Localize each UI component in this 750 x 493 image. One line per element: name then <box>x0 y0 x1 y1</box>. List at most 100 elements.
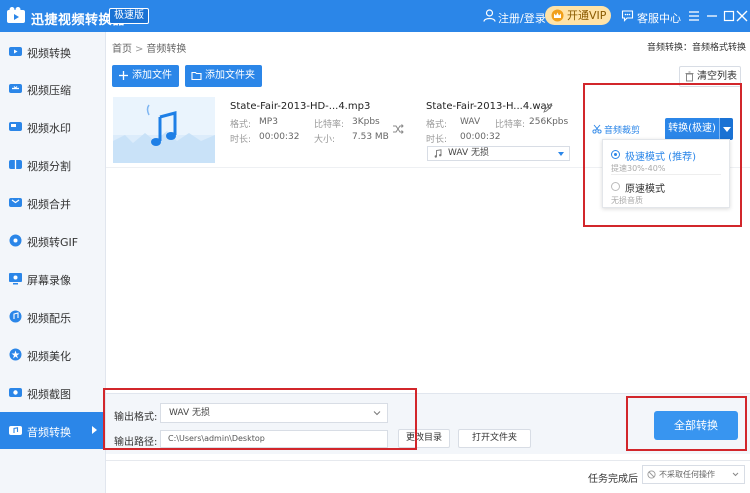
compress-icon <box>9 84 22 93</box>
sidebar-item-watermark[interactable]: 视频水印 <box>0 108 105 145</box>
title-bar: 迅捷视频转换器 极速版 注册/登录 开通VIP 客服中心 <box>0 0 750 32</box>
breadcrumb-current: 音频转换 <box>146 44 187 55</box>
no-action-icon <box>647 470 656 479</box>
source-bitrate-label: 比特率: <box>314 120 345 130</box>
source-duration-label: 时长: <box>230 135 252 145</box>
sidebar-item-label: 视频转换 <box>27 47 71 60</box>
menu-divider <box>611 174 721 175</box>
caret-down-icon <box>558 152 564 156</box>
edit-icon[interactable] <box>543 103 553 113</box>
output-duration-label: 时长: <box>426 135 448 145</box>
sidebar: 视频转换 视频压缩 视频水印 视频分割 视频合并 视频转GIF 屏幕录像 视频配… <box>0 32 106 493</box>
convert-button[interactable]: 转换(极速) <box>665 118 719 140</box>
change-directory-button[interactable]: 更改目录 <box>398 429 450 448</box>
sidebar-item-label: 视频转GIF <box>27 236 79 249</box>
watermark-icon <box>9 122 22 131</box>
sidebar-item-screenshot[interactable]: 视频截图 <box>0 374 105 411</box>
beautify-icon <box>9 348 22 361</box>
sidebar-item-label: 屏幕录像 <box>27 274 71 287</box>
login-link[interactable]: 注册/登录 <box>498 10 546 26</box>
mode-option-subtitle: 无损音质 <box>611 196 643 205</box>
gif-icon <box>9 234 22 247</box>
output-format-dropdown-value: WAV 无损 <box>169 408 211 418</box>
video-convert-icon <box>9 47 22 56</box>
source-duration: 00:00:32 <box>259 132 300 142</box>
folder-icon <box>191 71 202 81</box>
source-format-label: 格式: <box>230 120 252 130</box>
convert-mode-menu: 极速模式 (推荐) 提速30%-40% 原速模式 无损音质 <box>602 139 730 208</box>
sidebar-item-label: 视频美化 <box>27 350 71 363</box>
close-icon[interactable] <box>735 8 749 24</box>
output-duration: 00:00:32 <box>460 132 501 142</box>
chevron-down-icon <box>373 411 381 416</box>
sidebar-item-label: 视频合并 <box>27 198 71 211</box>
sidebar-item-label: 视频截图 <box>27 388 71 401</box>
after-task-value: 不采取任何操作 <box>659 470 715 479</box>
output-format-dropdown[interactable]: WAV 无损 <box>160 403 388 423</box>
open-folder-button[interactable]: 打开文件夹 <box>458 429 531 448</box>
breadcrumb: 首页 > 音频转换 <box>112 40 186 55</box>
mode-status: 音频转换：音频格式转换 <box>646 43 746 53</box>
sidebar-item-music[interactable]: 视频配乐 <box>0 298 105 335</box>
crown-icon <box>551 9 564 22</box>
clear-list-button[interactable]: 清空列表 <box>679 66 741 87</box>
music-icon <box>9 310 22 323</box>
vip-label: 开通VIP <box>567 9 607 22</box>
screenshot-icon <box>9 388 22 397</box>
add-file-label: 添加文件 <box>132 70 172 81</box>
scissors-icon <box>592 124 602 134</box>
source-bitrate: 3Kpbs <box>352 117 380 127</box>
sidebar-item-merge[interactable]: 视频合并 <box>0 184 105 221</box>
chat-icon[interactable] <box>621 9 634 22</box>
source-size-label: 大小: <box>314 135 336 145</box>
convert-mode-dropdown-toggle[interactable] <box>719 118 733 140</box>
output-bitrate-label: 比特率: <box>495 120 526 130</box>
add-folder-button[interactable]: 添加文件夹 <box>185 65 262 87</box>
mode-option-title: 原速模式 <box>625 184 665 195</box>
sidebar-item-gif[interactable]: 视频转GIF <box>0 222 105 259</box>
sidebar-item-label: 音频转换 <box>27 426 71 439</box>
sidebar-item-split[interactable]: 视频分割 <box>0 146 105 183</box>
output-file-name: State-Fair-2013-H...4.wav <box>426 101 553 112</box>
output-format-label: 格式: <box>426 120 448 130</box>
source-file-name: State-Fair-2013-HD-...4.mp3 <box>230 101 371 112</box>
plus-icon <box>119 71 128 80</box>
output-path-field[interactable]: C:\Users\admin\Desktop <box>160 430 388 448</box>
source-size: 7.53 MB <box>352 132 389 142</box>
shuffle-icon <box>393 124 404 134</box>
after-task-select[interactable]: 不采取任何操作 <box>642 465 745 484</box>
sidebar-item-label: 视频配乐 <box>27 312 71 325</box>
sidebar-item-video-compress[interactable]: 视频压缩 <box>0 70 105 107</box>
music-note-icon <box>434 149 442 158</box>
breadcrumb-home[interactable]: 首页 <box>112 44 132 55</box>
mode-option-subtitle: 提速30%-40% <box>611 164 666 173</box>
sidebar-item-video-convert[interactable]: 视频转换 <box>0 33 105 70</box>
sidebar-item-screen-record[interactable]: 屏幕录像 <box>0 260 105 297</box>
sidebar-item-label: 视频压缩 <box>27 84 71 97</box>
app-logo-icon <box>7 7 25 23</box>
sidebar-item-beautify[interactable]: 视频美化 <box>0 336 105 373</box>
add-file-button[interactable]: 添加文件 <box>112 65 179 87</box>
chevron-down-icon <box>732 472 739 477</box>
split-icon <box>9 160 22 169</box>
source-format: MP3 <box>259 117 278 127</box>
radio-unchecked-icon <box>611 182 620 191</box>
mode-option-title: 极速模式 (推荐) <box>625 152 696 163</box>
caret-down-icon <box>723 127 731 132</box>
chevron-right-icon <box>92 426 97 434</box>
customer-service-link[interactable]: 客服中心 <box>637 10 681 26</box>
output-format-select[interactable]: WAV 无损 <box>427 146 570 161</box>
menu-icon[interactable] <box>686 8 702 24</box>
convert-all-button[interactable]: 全部转换 <box>654 411 738 440</box>
output-format-select-value: WAV 无损 <box>448 148 490 158</box>
trash-icon <box>685 71 694 82</box>
sidebar-item-audio-convert[interactable]: 音频转换 <box>0 412 105 449</box>
minimize-icon[interactable] <box>704 8 720 24</box>
clear-list-label: 清空列表 <box>697 71 737 82</box>
user-icon[interactable] <box>483 9 496 22</box>
audio-clip-link[interactable]: 音频裁剪 <box>592 123 640 136</box>
sidebar-item-label: 视频水印 <box>27 122 71 135</box>
vip-button[interactable]: 开通VIP <box>545 6 611 25</box>
audio-thumbnail <box>113 97 215 163</box>
breadcrumb-separator: > <box>135 44 144 55</box>
